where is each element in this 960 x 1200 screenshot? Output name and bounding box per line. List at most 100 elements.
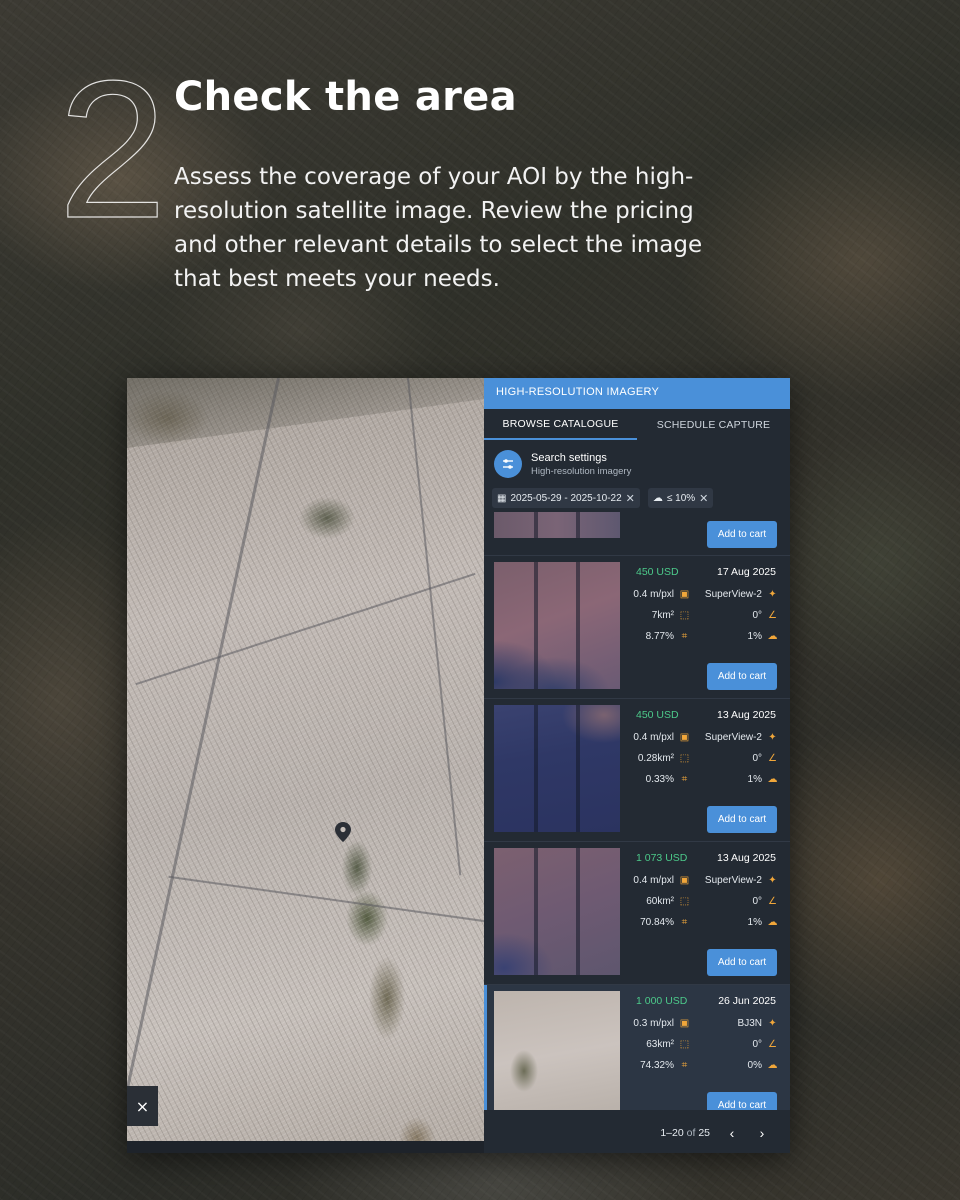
coverage-value: 70.84%	[640, 917, 674, 928]
map-road	[135, 572, 476, 686]
remove-date-filter-icon[interactable]: ✕	[626, 492, 635, 505]
imagery-panel: HIGH-RESOLUTION IMAGERY BROWSE CATALOGUE…	[484, 378, 790, 1153]
price-label: 450 USD	[636, 709, 679, 721]
map-pin-icon[interactable]	[335, 822, 351, 842]
area-value: 63km²	[646, 1039, 674, 1050]
add-to-cart-button[interactable]: Add to cart	[707, 806, 777, 833]
map-road	[127, 378, 280, 1125]
search-settings-title: Search settings	[531, 451, 607, 464]
panel-tabs: BROWSE CATALOGUE SCHEDULE CAPTURE	[484, 409, 790, 440]
page-title: Check the area	[174, 74, 517, 120]
meta-row: 74.32% ⌗ 0% ☁	[620, 1060, 778, 1071]
meta-row: 8.77% ⌗ 1% ☁	[620, 631, 778, 642]
map-footer	[127, 1141, 484, 1153]
list-item-selected[interactable]: 1 000 USD 26 Jun 2025 0.3 m/pxl ▣ BJ3N ✦ 6…	[484, 985, 790, 1110]
resolution-value: 0.3 m/pxl	[633, 1018, 674, 1029]
satellite-icon: ✦	[768, 875, 777, 886]
satellite-icon: ✦	[768, 1018, 777, 1029]
calendar-icon: ▦	[497, 492, 507, 504]
angle-icon: ∠	[768, 896, 777, 907]
resolution-value: 0.4 m/pxl	[633, 875, 674, 886]
list-item[interactable]: 1 073 USD 13 Aug 2025 0.4 m/pxl ▣ SuperVi…	[484, 842, 790, 985]
image-thumbnail[interactable]	[494, 562, 620, 689]
satellite-map[interactable]: ×	[127, 378, 484, 1141]
cloud-value: 1%	[747, 631, 762, 642]
satellite-name: SuperView-2	[704, 875, 762, 886]
cloud-icon: ☁	[652, 492, 663, 504]
meta-row: 63km² ⬚ 0° ∠	[620, 1039, 778, 1050]
results-list[interactable]: Add to cart 450 USD 17 Aug 2025 0.4 m/px…	[484, 512, 790, 1110]
pagination: 1–20 of 25 ‹ ›	[484, 1113, 790, 1153]
satellite-name: SuperView-2	[704, 589, 762, 600]
resolution-icon: ▣	[679, 589, 690, 600]
chevron-left-icon[interactable]: ‹	[724, 1125, 740, 1141]
tab-schedule-capture[interactable]: SCHEDULE CAPTURE	[637, 409, 790, 440]
satellite-name: BJ3N	[737, 1018, 762, 1029]
filter-chips: ▦ 2025-05-29 - 2025-10-22 ✕ ☁ ≤ 10% ✕	[484, 484, 790, 512]
sliders-icon[interactable]	[494, 450, 522, 478]
coverage-value: 74.32%	[640, 1060, 674, 1071]
list-item[interactable]: 450 USD 13 Aug 2025 0.4 m/pxl ▣ SuperView…	[484, 699, 790, 842]
satellite-icon: ✦	[768, 732, 777, 743]
meta-row: 0.4 m/pxl ▣ SuperView-2 ✦	[620, 732, 778, 743]
tab-browse-catalogue[interactable]: BROWSE CATALOGUE	[484, 409, 637, 440]
sun-cloud-icon: ☁	[767, 917, 778, 928]
area-value: 0.28km²	[637, 753, 674, 764]
add-to-cart-button[interactable]: Add to cart	[707, 663, 777, 690]
meta-row: 60km² ⬚ 0° ∠	[620, 896, 778, 907]
crop-icon: ⌗	[681, 774, 688, 785]
capture-date: 26 Jun 2025	[718, 995, 776, 1007]
pagination-summary: 1–20 of 25	[660, 1127, 710, 1139]
cloud-value: 1%	[747, 917, 762, 928]
area-value: 7km²	[651, 610, 674, 621]
sun-cloud-icon: ☁	[767, 1060, 778, 1071]
area-icon: ⬚	[679, 1039, 690, 1050]
satellite-name: SuperView-2	[704, 732, 762, 743]
map-road	[407, 378, 462, 876]
list-item[interactable]: 450 USD 17 Aug 2025 0.4 m/pxl ▣ SuperView…	[484, 556, 790, 699]
crop-icon: ⌗	[681, 917, 688, 928]
price-label: 1 000 USD	[636, 995, 688, 1007]
angle-icon: ∠	[768, 753, 777, 764]
cloud-filter-chip[interactable]: ☁ ≤ 10% ✕	[647, 488, 714, 508]
angle-icon: ∠	[768, 610, 777, 621]
close-icon[interactable]: ×	[127, 1086, 158, 1126]
meta-row: 0.28km² ⬚ 0° ∠	[620, 753, 778, 764]
list-item[interactable]: Add to cart	[484, 512, 790, 556]
pagination-of: of	[686, 1127, 696, 1139]
resolution-icon: ▣	[679, 732, 690, 743]
resolution-icon: ▣	[679, 875, 690, 886]
meta-row: 0.4 m/pxl ▣ SuperView-2 ✦	[620, 875, 778, 886]
image-thumbnail[interactable]	[494, 848, 620, 975]
resolution-icon: ▣	[679, 1018, 690, 1029]
area-icon: ⬚	[679, 753, 690, 764]
meta-row: 70.84% ⌗ 1% ☁	[620, 917, 778, 928]
image-thumbnail[interactable]	[494, 512, 620, 538]
crop-icon: ⌗	[681, 631, 688, 642]
search-settings[interactable]: Search settings High-resolution imagery	[484, 440, 790, 484]
image-thumbnail[interactable]	[494, 705, 620, 832]
angle-value: 0°	[752, 753, 762, 764]
step-description: Assess the coverage of your AOI by the h…	[174, 164, 703, 292]
area-value: 60km²	[646, 896, 674, 907]
coverage-value: 0.33%	[645, 774, 674, 785]
angle-value: 0°	[752, 1039, 762, 1050]
capture-date: 13 Aug 2025	[717, 852, 776, 864]
add-to-cart-button[interactable]: Add to cart	[707, 521, 777, 548]
meta-row: 7km² ⬚ 0° ∠	[620, 610, 778, 621]
angle-value: 0°	[752, 896, 762, 907]
cloud-value: 0%	[747, 1060, 762, 1071]
add-to-cart-button[interactable]: Add to cart	[707, 949, 777, 976]
image-thumbnail[interactable]	[494, 991, 620, 1110]
search-settings-subtitle: High-resolution imagery	[531, 465, 632, 477]
date-filter-label: 2025-05-29 - 2025-10-22	[510, 492, 622, 504]
crop-icon: ⌗	[681, 1060, 688, 1071]
date-filter-chip[interactable]: ▦ 2025-05-29 - 2025-10-22 ✕	[492, 488, 640, 508]
step-number: 2	[57, 40, 168, 259]
chevron-right-icon[interactable]: ›	[754, 1125, 770, 1141]
sun-cloud-icon: ☁	[767, 631, 778, 642]
pagination-total: 25	[698, 1127, 710, 1139]
cloud-filter-label: ≤ 10%	[666, 492, 696, 504]
remove-cloud-filter-icon[interactable]: ✕	[699, 492, 708, 505]
add-to-cart-button[interactable]: Add to cart	[707, 1092, 777, 1110]
